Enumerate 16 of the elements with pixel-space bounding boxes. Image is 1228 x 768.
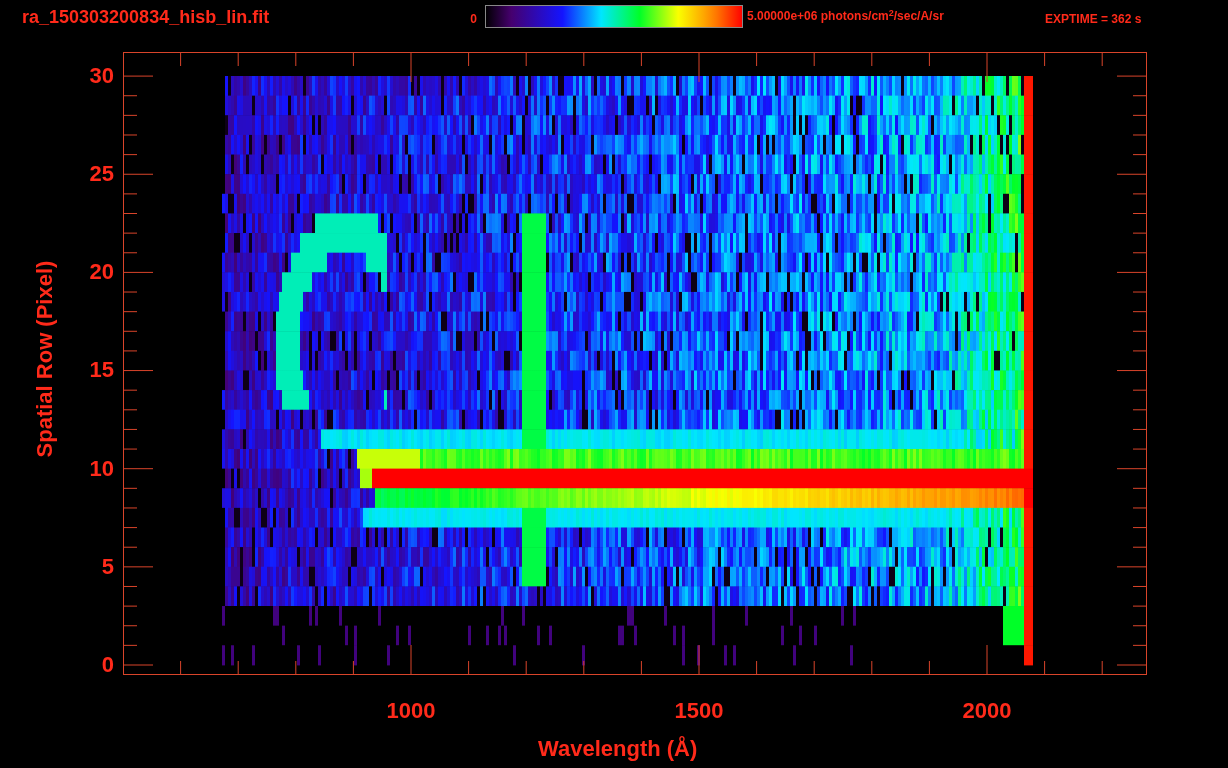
colorbar-max-label: 5.00000e+06 photons/cm$^{2}$/sec/A/sr [747,10,944,22]
y-tick-label: 15 [89,359,114,382]
y-axis-label: Spatial Row (Pixel) [34,259,56,460]
y-tick-label: 0 [101,653,114,676]
x-tick-label: 2000 [961,700,1013,722]
file-title: ra_150303200834_hisb_lin.fit [22,8,270,26]
colorbar-min-label: 0 [470,13,477,25]
y-tick-label: 5 [101,555,114,578]
x-tick-label: 1500 [673,700,725,722]
y-tick-label: 30 [89,65,114,87]
x-axis-label: Wavelength (Å) [538,738,698,760]
exposure-time: EXPTIME = 362 s [1045,13,1142,25]
y-tick-label: 25 [89,163,114,186]
y-tick-label: 20 [89,261,114,284]
y-tick-label: 10 [89,457,114,480]
x-tick-label: 1000 [385,700,437,722]
